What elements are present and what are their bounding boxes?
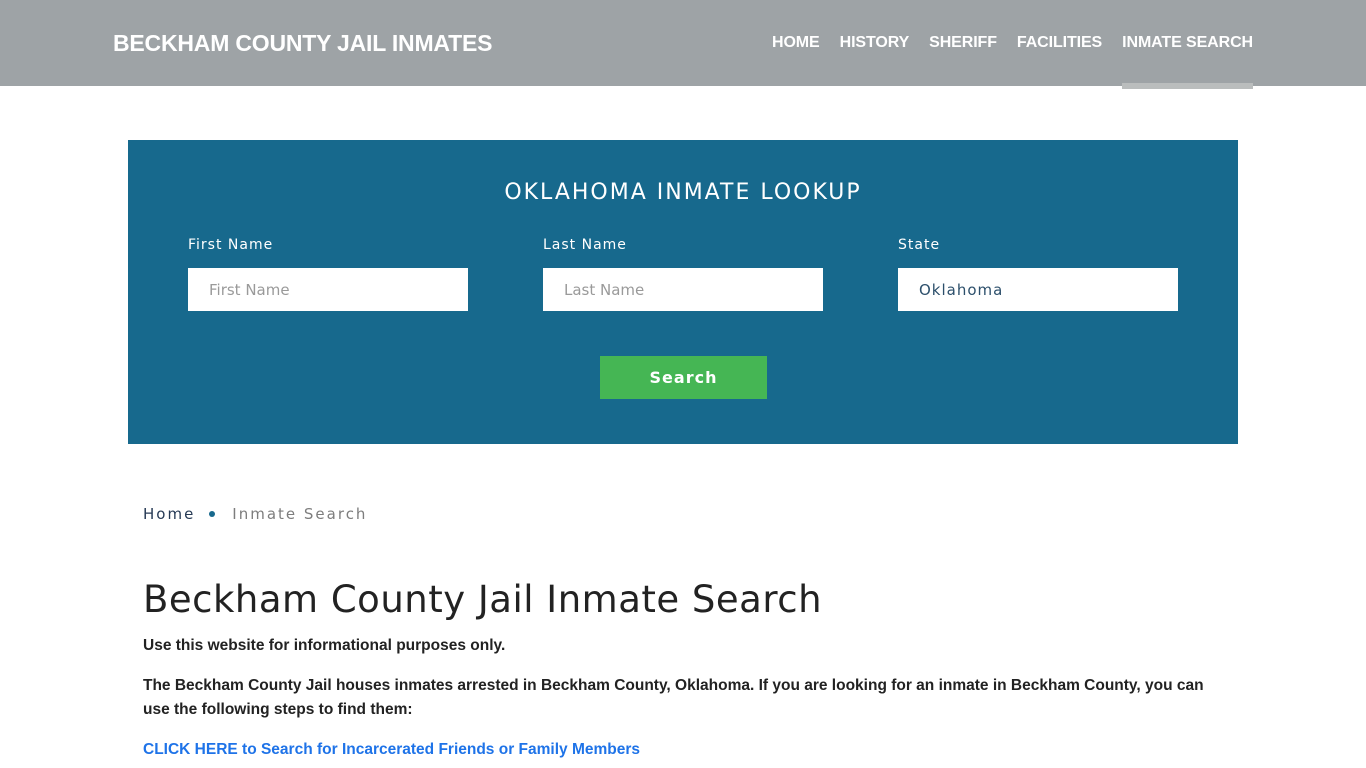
- first-name-field-group: First Name: [188, 236, 468, 311]
- first-name-label: First Name: [188, 237, 274, 253]
- last-name-input[interactable]: [543, 268, 823, 311]
- site-header: BECKHAM COUNTY JAIL INMATES HOME HISTORY…: [0, 0, 1366, 89]
- state-label: State: [898, 237, 941, 253]
- breadcrumb-home[interactable]: Home: [143, 505, 195, 523]
- nav-history[interactable]: HISTORY: [840, 0, 910, 86]
- search-button[interactable]: Search: [600, 356, 767, 399]
- nav-home[interactable]: HOME: [772, 0, 820, 86]
- disclaimer-text: Use this website for informational purpo…: [143, 637, 506, 654]
- state-input[interactable]: [898, 268, 1178, 311]
- site-logo-link[interactable]: BECKHAM COUNTY JAIL INMATES: [113, 30, 492, 57]
- breadcrumb-current: Inmate Search: [232, 505, 368, 523]
- nav-sheriff[interactable]: SHERIFF: [929, 0, 997, 86]
- last-name-label: Last Name: [543, 237, 627, 253]
- breadcrumb-separator-dot-icon: [209, 511, 216, 517]
- page-title: Beckham County Jail Inmate Search: [143, 578, 823, 621]
- breadcrumb: Home Inmate Search: [143, 505, 367, 523]
- first-name-input[interactable]: [188, 268, 468, 311]
- nav-inmate-search[interactable]: INMATE SEARCH: [1122, 0, 1253, 89]
- lookup-title: OKLAHOMA INMATE LOOKUP: [504, 180, 862, 205]
- search-friends-family-link[interactable]: CLICK HERE to Search for Incarcerated Fr…: [143, 738, 640, 762]
- nav-facilities[interactable]: FACILITIES: [1017, 0, 1102, 86]
- intro-paragraph: The Beckham County Jail houses inmates a…: [143, 677, 1204, 718]
- main-nav: HOME HISTORY SHERIFF FACILITIES INMATE S…: [752, 0, 1253, 89]
- last-name-field-group: Last Name: [543, 236, 823, 311]
- state-field-group: State: [898, 236, 1178, 311]
